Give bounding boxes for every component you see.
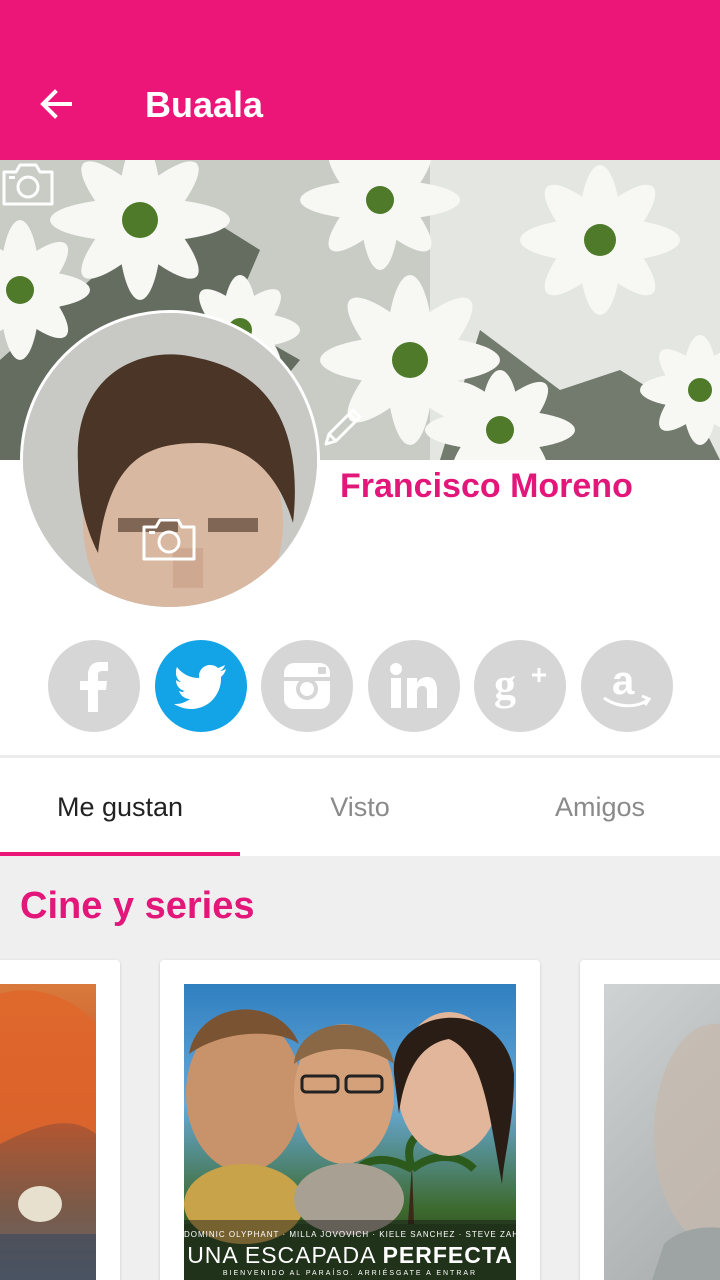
instagram-icon [284, 663, 330, 709]
poster-artwork [652, 1024, 720, 1280]
movie-poster: DOMINIC OLYPHANT · MILLA JOVOVICH · KIEL… [184, 984, 516, 1280]
google-plus-button[interactable]: g [474, 640, 566, 732]
poster-title: UNA ESCAPADA PERFECTA [184, 1242, 516, 1268]
tab-me-gustan[interactable]: Me gustan [0, 758, 240, 856]
social-links: g a [48, 640, 688, 732]
tab-visto[interactable]: Visto [240, 758, 480, 856]
movie-poster [604, 984, 720, 1280]
movie-card[interactable] [0, 960, 120, 1280]
avatar[interactable] [20, 310, 320, 610]
movie-poster [0, 984, 96, 1280]
movie-card[interactable] [580, 960, 720, 1280]
app-title: Buaala [145, 84, 264, 125]
poster-title-prefix: UNA ESCAPADA [187, 1242, 376, 1268]
movie-card[interactable]: DOMINIC OLYPHANT · MILLA JOVOVICH · KIEL… [160, 960, 540, 1280]
avatar-image [23, 313, 317, 607]
poster-tagline: BIENVENIDO AL PARAÍSO. ARRIÉSGATE A ENTR… [222, 1270, 478, 1277]
profile-tabs: Me gustan Visto Amigos [0, 758, 720, 856]
tab-amigos[interactable]: Amigos [480, 758, 720, 856]
twitter-button[interactable] [155, 640, 247, 732]
linkedin-icon [390, 663, 437, 708]
camera-icon[interactable] [140, 515, 198, 563]
facebook-icon [80, 662, 108, 712]
svg-text:a: a [612, 659, 635, 703]
arrow-left-icon [40, 89, 72, 119]
app-bar: Buaala [0, 0, 720, 160]
camera-icon[interactable] [0, 160, 56, 208]
poster-artwork [0, 990, 96, 1280]
poster-credits: DOMINIC OLYPHANT · MILLA JOVOVICH · KIEL… [184, 1230, 516, 1239]
facebook-button[interactable] [48, 640, 140, 732]
back-button[interactable] [28, 76, 84, 132]
linkedin-button[interactable] [368, 640, 460, 732]
svg-text:g: g [494, 661, 516, 709]
likes-content: Cine y series DOMINIC OLYPHANT · MILLA J… [0, 856, 720, 1280]
poster-title-emphasis: PERFECTA [382, 1242, 513, 1268]
google-plus-icon: g [494, 661, 546, 709]
twitter-icon [174, 665, 226, 709]
pencil-icon[interactable] [320, 404, 366, 450]
amazon-icon: a [603, 659, 652, 708]
user-name: Francisco Moreno [340, 467, 633, 505]
section-title: Cine y series [20, 885, 255, 927]
instagram-button[interactable] [261, 640, 353, 732]
amazon-button[interactable]: a [581, 640, 673, 732]
